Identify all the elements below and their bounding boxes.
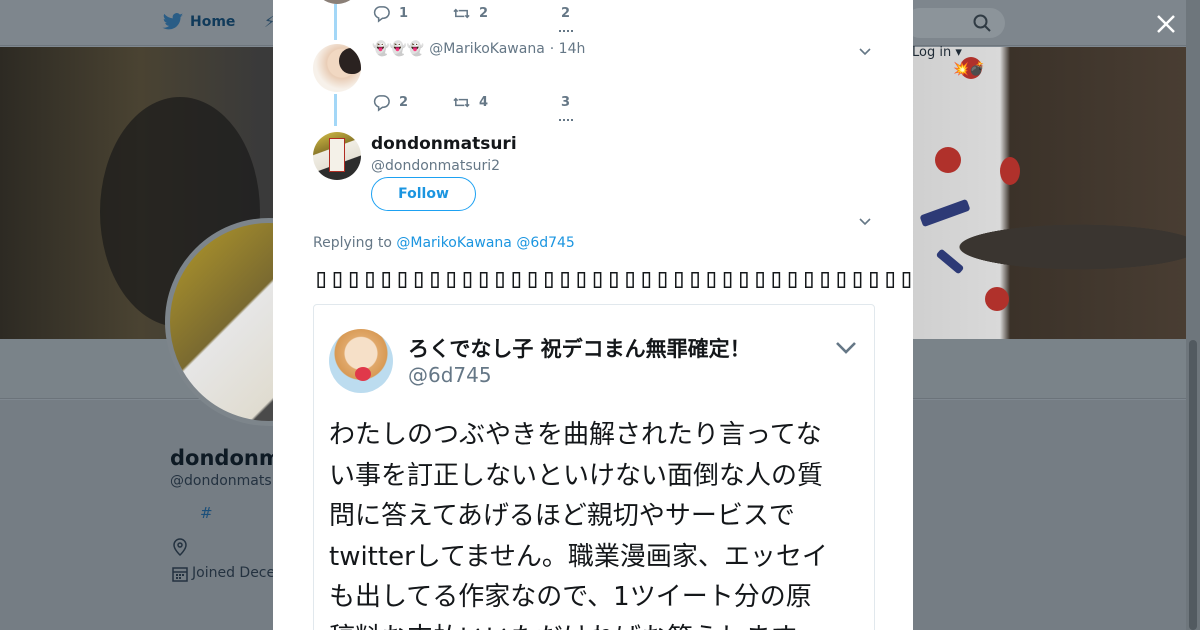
media-text-line: も出してる作家なので、1ツイート分の原	[329, 582, 812, 612]
replying-prefix: Replying to	[313, 235, 392, 251]
chevron-down-icon[interactable]	[857, 43, 873, 59]
like-heart-icon[interactable]	[559, 119, 573, 122]
like-count[interactable]: 3	[561, 95, 570, 110]
reply-icon	[373, 6, 390, 23]
retweet-button[interactable]: 2	[452, 4, 488, 23]
profile-handle: @dondonmats	[170, 473, 272, 489]
retweet-icon	[453, 97, 470, 108]
mention-link[interactable]: @6d745	[516, 235, 575, 251]
media-tweet-text: わたしのつぶやきを曲解されたり言ってな い事を訂正しないといけない面倒な人の質 …	[329, 415, 859, 630]
reply-icon	[373, 95, 390, 112]
login-link[interactable]: Log in ▾	[912, 45, 962, 60]
chevron-down-icon	[836, 342, 856, 354]
media-avatar	[329, 329, 393, 393]
media-text-line: 稿料お支払いいただければお答えします	[329, 618, 859, 630]
location-pin-icon	[173, 538, 187, 556]
reply-count: 2	[399, 95, 409, 110]
banner-emoji: 💥💣	[953, 62, 986, 77]
profile-joined-date: Joined Dece	[192, 565, 276, 581]
reply-button[interactable]: 1	[372, 4, 452, 23]
thread-connector	[334, 94, 337, 126]
retweet-icon	[453, 8, 470, 19]
replying-to: Replying to @MarikoKawana @6d745	[313, 235, 575, 251]
previous-tweet-actions: 1 2	[372, 4, 488, 23]
calendar-icon	[172, 567, 188, 582]
author-name[interactable]: dondonmatsuri	[371, 134, 517, 154]
media-text-line: 問に答えてあげるほど親切やサービスで	[329, 501, 795, 531]
chevron-down-icon[interactable]	[857, 213, 873, 229]
close-icon[interactable]	[1152, 10, 1180, 38]
media-text-line: わたしのつぶやきを曲解されたり言ってな	[329, 420, 822, 450]
follow-button[interactable]: Follow	[371, 177, 476, 211]
reply-timestamp[interactable]: · 14h	[550, 41, 586, 57]
previous-tweet-avatar[interactable]	[313, 0, 361, 4]
reply-tweet-header: 👻👻👻 @MarikoKawana · 14h	[372, 41, 585, 57]
tweet-media-image[interactable]: ろくでなし子 祝デコまん無罪確定！ @6d745 わたしのつぶやきを曲解されたり…	[313, 304, 875, 630]
reply-tweet-actions: 2 4	[372, 93, 488, 112]
tweet-text: ▯▯▯▯▯▯▯▯▯▯▯▯▯▯▯▯▯▯▯▯▯▯▯▯▯▯▯▯▯▯▯▯▯▯▯▯▯▯▯▯…	[313, 263, 913, 294]
profile-hashtag-link[interactable]: #	[200, 504, 213, 522]
tweet-permalink-modal: 1 2 2 👻👻👻 @MarikoKawana · 14h 2 4 3 dond…	[273, 0, 913, 630]
search-icon[interactable]	[972, 13, 992, 33]
reply-author-avatar[interactable]	[313, 44, 361, 92]
page-scrollbar[interactable]	[1186, 0, 1200, 630]
media-text-line: twitterしてません。職業漫画家、エッセイ	[329, 541, 828, 572]
author-handle[interactable]: @dondonmatsuri2	[371, 158, 500, 174]
media-author-name: ろくでなし子 祝デコまん無罪確定！	[408, 337, 751, 361]
media-text-line: い事を訂正しないといけない面倒な人の質	[329, 460, 824, 491]
reply-count: 1	[399, 6, 409, 21]
retweet-count: 2	[479, 6, 489, 21]
author-avatar[interactable]	[313, 132, 361, 180]
reply-author-display-name[interactable]: 👻👻👻	[372, 41, 424, 57]
reply-button[interactable]: 2	[372, 93, 452, 112]
thread-connector	[334, 4, 337, 40]
like-count[interactable]: 2	[561, 6, 570, 21]
twitter-bird-icon[interactable]	[162, 12, 184, 32]
like-heart-icon[interactable]	[559, 30, 573, 33]
nav-home-label[interactable]: Home	[190, 14, 235, 30]
mention-link[interactable]: @MarikoKawana	[396, 235, 511, 251]
reply-author-handle[interactable]: @MarikoKawana	[429, 41, 544, 57]
retweet-count: 4	[479, 95, 489, 110]
media-author-handle: @6d745	[408, 363, 492, 387]
profile-name: dondonm	[170, 446, 281, 470]
scrollbar-thumb[interactable]	[1189, 340, 1197, 630]
retweet-button[interactable]: 4	[452, 93, 488, 112]
